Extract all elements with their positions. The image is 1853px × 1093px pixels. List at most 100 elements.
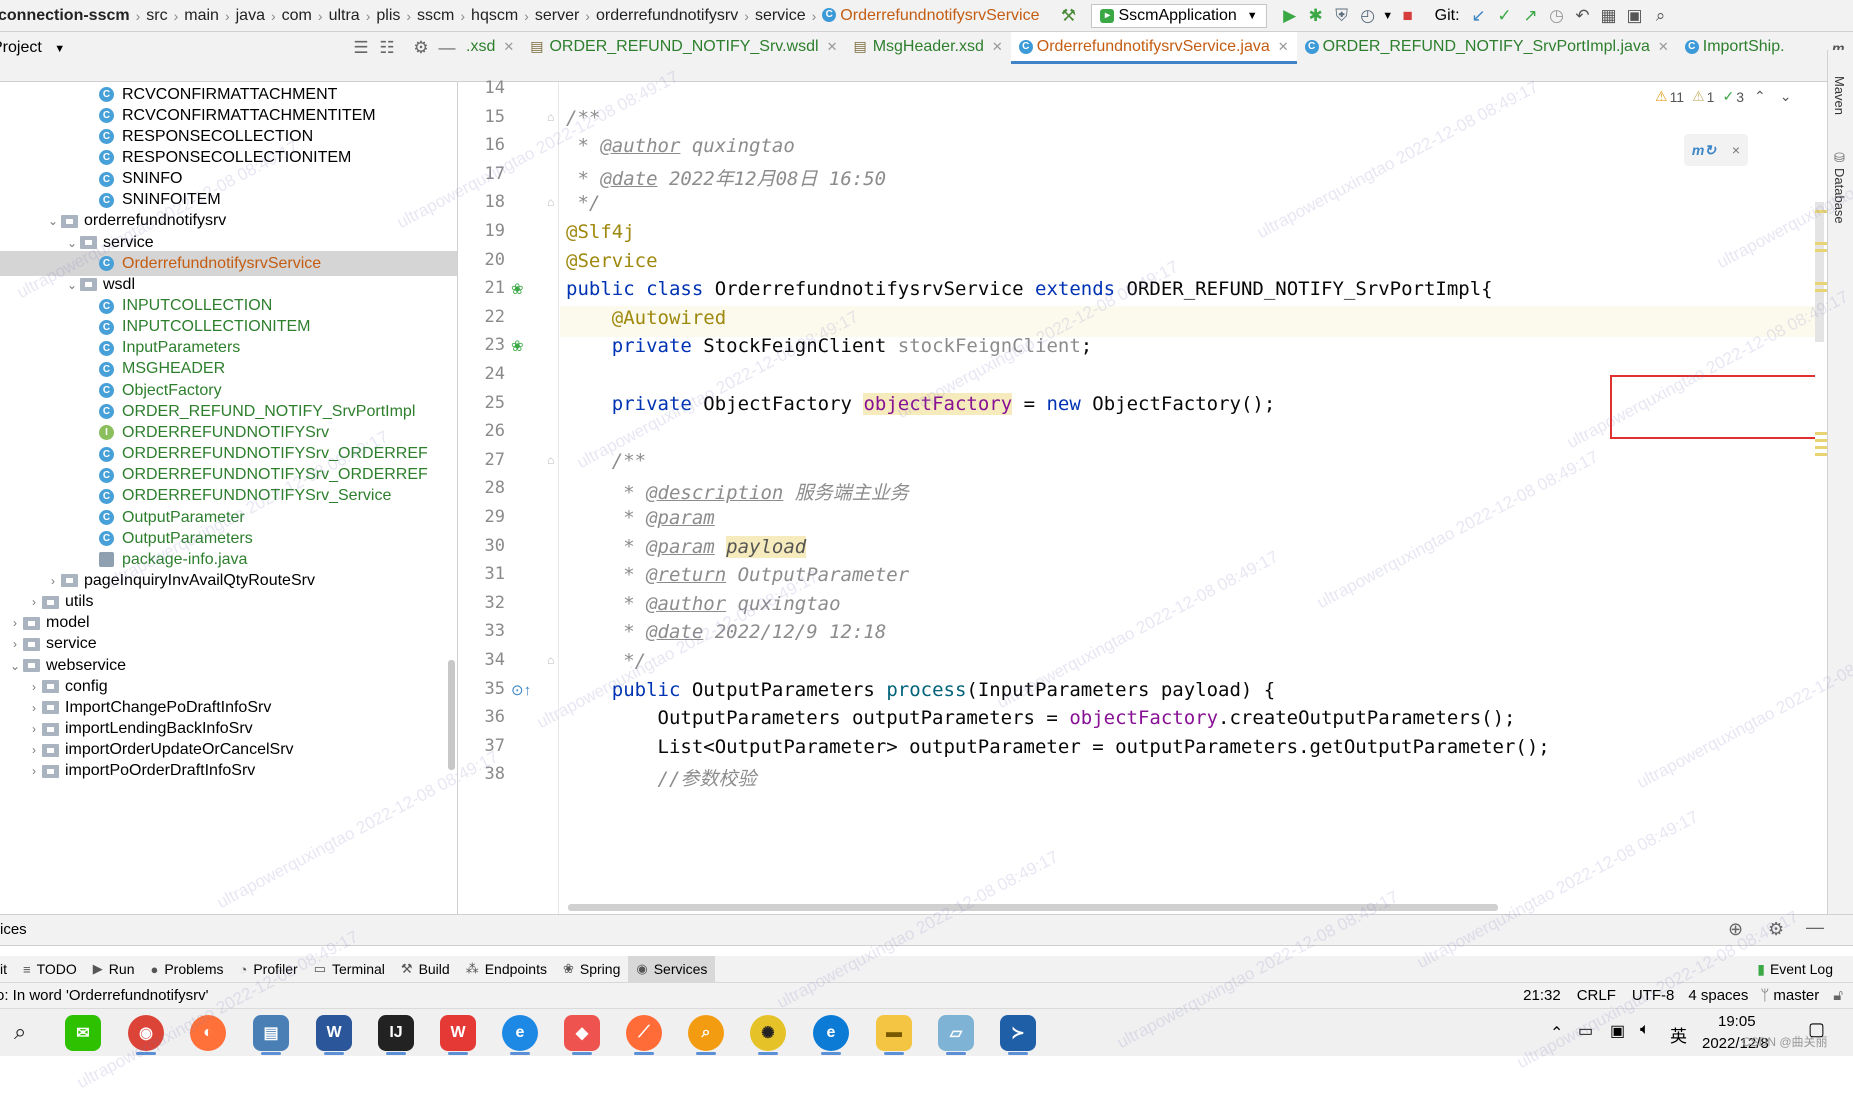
ime-indicator[interactable]: 英 <box>1670 1022 1687 1047</box>
chevron-right-icon[interactable]: › <box>26 722 42 736</box>
fold-icon[interactable]: ⌂ <box>547 110 554 124</box>
chevron-down-icon[interactable]: ⌄ <box>45 214 61 228</box>
breadcrumb-item[interactable]: com <box>276 7 318 25</box>
override-method-icon[interactable]: ⊙↑ <box>511 681 531 699</box>
network-icon[interactable]: ▣ <box>1610 1021 1625 1041</box>
stop-icon[interactable]: ■ <box>1395 3 1421 29</box>
chevron-down-icon[interactable]: ⌄ <box>7 659 23 673</box>
git-push-icon[interactable]: ↗ <box>1518 3 1544 29</box>
debug-icon[interactable]: ✱ <box>1303 3 1329 29</box>
run-icon[interactable]: ▶ <box>1277 3 1303 29</box>
fold-icon[interactable]: ⌂ <box>547 453 554 467</box>
chatgpt-app-icon[interactable]: ✺ <box>750 1015 786 1055</box>
tool-tab-todo[interactable]: ≡ TODO <box>15 956 85 982</box>
search-icon[interactable]: ⌕ <box>1648 3 1674 29</box>
chevron-down-icon[interactable]: ⌄ <box>64 236 80 250</box>
tool-tab-endpoints[interactable]: ⁂ Endpoints <box>458 956 555 982</box>
close-icon[interactable]: ✕ <box>827 39 838 55</box>
battery-icon[interactable]: ▭ <box>1578 1021 1593 1041</box>
profile-icon[interactable]: ◴ <box>1355 3 1381 29</box>
tool-database[interactable]: Database <box>1832 168 1847 224</box>
maven-reload-popup[interactable]: m↻ × <box>1684 134 1748 166</box>
breadcrumb-item[interactable]: ultra <box>323 7 366 25</box>
wechat-app-icon[interactable]: ✉ <box>65 1015 101 1051</box>
breadcrumb-item[interactable]: java <box>230 7 271 25</box>
spring-autowired-icon[interactable]: ❀ <box>511 337 524 355</box>
tool-tab-spring[interactable]: ❀ Spring <box>555 956 628 982</box>
tool-tab-profiler[interactable]: ◔ Profiler <box>231 956 305 982</box>
postman-app-icon[interactable]: ⟋ <box>626 1015 662 1055</box>
code-editor[interactable]: /** * @author quxingtao * @date 2022年12月… <box>560 82 1815 914</box>
breadcrumb-item[interactable]: service <box>749 7 812 25</box>
tool-tab-build[interactable]: ⚒ Build <box>393 956 458 982</box>
breadcrumb-item[interactable]: main <box>178 7 225 25</box>
chevron-right-icon[interactable]: › <box>26 595 42 609</box>
horizontal-scrollbar[interactable] <box>568 904 1498 911</box>
search-icon[interactable]: ⌕ <box>14 1019 26 1045</box>
editor-tab[interactable]: C OrderrefundnotifysrvService.java ✕ <box>1010 32 1297 64</box>
maven-reload-icon[interactable]: m↻ <box>1692 142 1716 159</box>
remote-desktop-app-icon[interactable]: ▤ <box>253 1015 289 1055</box>
line-separator[interactable]: CRLF <box>1577 987 1616 1004</box>
breadcrumb-item[interactable]: hqscm <box>465 7 524 25</box>
edge-app-icon[interactable]: e <box>813 1015 849 1055</box>
target-icon[interactable]: ⊕ <box>1728 919 1743 940</box>
build-hammer-icon[interactable]: ⚒ <box>1055 3 1081 29</box>
close-icon[interactable]: × <box>1732 142 1740 158</box>
git-update-icon[interactable]: ↙ <box>1466 3 1492 29</box>
volume-icon[interactable]: 🔈︎ <box>1640 1021 1650 1039</box>
file-explorer-app-icon[interactable]: ▬ <box>876 1015 912 1055</box>
project-view-select[interactable]: Project ▼ <box>0 39 65 57</box>
lock-icon[interactable]: 🔓︎ <box>1833 987 1843 1004</box>
indent-setting[interactable]: 4 spaces <box>1688 987 1748 1004</box>
breadcrumb-item[interactable]: connection-sscm <box>0 7 136 25</box>
breadcrumb-current[interactable]: C OrderrefundnotifysrvService <box>816 7 1045 25</box>
breadcrumb-item[interactable]: src <box>140 7 173 25</box>
spring-bean-icon[interactable]: ❀ <box>511 280 524 298</box>
collapse-all-icon[interactable]: ☷ <box>374 35 400 61</box>
rollback-icon[interactable]: ↶ <box>1570 3 1596 29</box>
editor-tab[interactable]: C ImportShip. <box>1677 32 1793 64</box>
gear-icon[interactable]: ⚙ <box>1768 919 1784 940</box>
chevron-right-icon[interactable]: › <box>7 616 23 630</box>
git-branch[interactable]: master <box>1773 987 1819 1004</box>
close-icon[interactable]: ✕ <box>992 39 1003 55</box>
git-commit-icon[interactable]: ✓ <box>1492 3 1518 29</box>
hide-panel-icon[interactable]: — <box>1806 917 1824 938</box>
tree-scrollbar[interactable] <box>448 660 455 770</box>
tool-tab-run[interactable]: ▶ Run <box>85 956 143 982</box>
hide-panel-icon[interactable]: — <box>434 35 460 61</box>
error-stripe[interactable] <box>1815 82 1827 914</box>
tray-chevron-up-icon[interactable]: ⌃ <box>1550 1023 1563 1043</box>
close-icon[interactable]: ✕ <box>1278 39 1289 55</box>
powershell-app-icon[interactable]: ≻ <box>1000 1015 1036 1055</box>
chevron-right-icon[interactable]: › <box>26 680 42 694</box>
project-structure-icon[interactable]: ▦ <box>1596 3 1622 29</box>
chevron-right-icon[interactable]: › <box>26 764 42 778</box>
fold-icon[interactable]: ⌂ <box>547 195 554 209</box>
chevron-up-icon[interactable]: ⌃ <box>1754 88 1766 105</box>
chevron-right-icon[interactable]: › <box>7 637 23 651</box>
history-icon[interactable]: ◷ <box>1544 3 1570 29</box>
clock-time[interactable]: 19:05 <box>1718 1013 1756 1030</box>
window-icon[interactable]: ▣ <box>1622 3 1648 29</box>
breadcrumb-item[interactable]: orderrefundnotifysrv <box>590 7 744 25</box>
chevron-down-icon[interactable]: ⌄ <box>1780 88 1792 105</box>
intellij-app-icon[interactable]: IJ <box>378 1015 414 1055</box>
tool-tab-services[interactable]: ◉ Services <box>628 956 716 982</box>
word-app-icon[interactable]: W <box>316 1015 352 1055</box>
close-icon[interactable]: ✕ <box>1658 39 1669 55</box>
eraser-app-icon[interactable]: ◆ <box>564 1015 600 1055</box>
tool-tab-it[interactable]: it <box>0 956 15 982</box>
event-log-tab[interactable]: ▮ Event Log <box>1757 961 1833 978</box>
notepad-app-icon[interactable]: ▱ <box>938 1015 974 1055</box>
editor-tab[interactable]: ▤ ORDER_REFUND_NOTIFY_Srv.wsdl ✕ <box>522 32 845 64</box>
breadcrumb-item[interactable]: server <box>529 7 585 25</box>
chevron-right-icon[interactable]: › <box>26 701 42 715</box>
chrome-app-icon[interactable]: ◉ <box>128 1015 164 1055</box>
gear-icon[interactable]: ⚙ <box>408 35 434 61</box>
tool-maven[interactable]: Maven <box>1832 76 1847 115</box>
close-icon[interactable]: ✕ <box>503 39 514 55</box>
search-tool-app-icon[interactable]: ⌕ <box>688 1015 724 1055</box>
coverage-icon[interactable]: ⛨ <box>1329 3 1355 29</box>
